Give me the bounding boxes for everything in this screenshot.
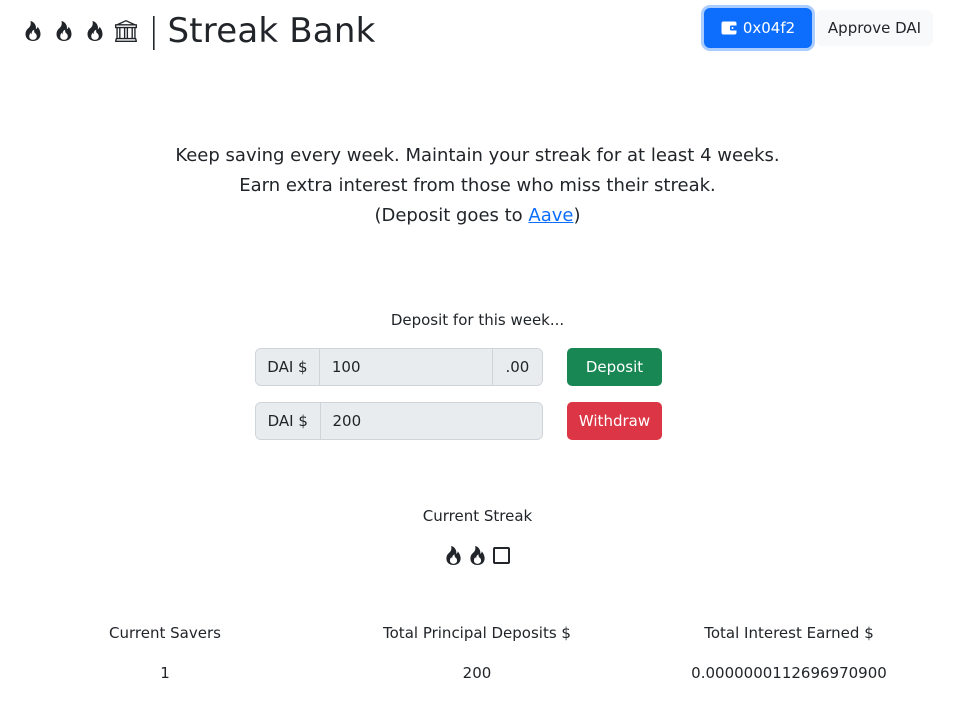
deposit-button[interactable]: Deposit [567,348,662,386]
intro-line-1: Keep saving every week. Maintain your st… [175,145,780,166]
stat-total-interest: Total Interest Earned $ 0.00000001126969… [630,624,948,682]
intro-line-3: (Deposit goes to Aave) [0,201,955,231]
bank-icon [115,20,137,42]
deposit-currency-prefix: DAI $ [256,349,320,385]
intro-line-2: Earn extra interest from those who miss … [239,175,716,196]
brand-separator: | [148,11,160,51]
aave-link[interactable]: Aave [528,205,573,226]
stat-label: Total Interest Earned $ [704,624,874,642]
withdraw-input-group: DAI $ [255,402,543,440]
header: | Streak Bank 0x04f2 Approve DAI [0,0,955,62]
intro-line-3-prefix: (Deposit goes to [374,205,529,226]
fire-icon [53,20,75,42]
page-title: Streak Bank [167,11,376,51]
approve-dai-button[interactable]: Approve DAI [816,10,933,46]
fire-icon [22,20,44,42]
wallet-icon [721,21,737,35]
intro-text: Keep saving every week. Maintain your st… [0,141,955,231]
current-streak-label: Current Streak [422,507,533,525]
stat-current-savers: Current Savers 1 [6,624,324,682]
wallet-address: 0x04f2 [742,19,796,37]
fire-icon [444,545,464,565]
stat-value: 1 [160,664,170,682]
wallet-button[interactable]: 0x04f2 [704,8,812,48]
stat-label: Current Savers [109,624,221,642]
streak-indicator [0,545,955,565]
withdraw-amount-input[interactable] [320,403,542,439]
empty-box-icon [492,545,512,565]
intro-line-3-suffix: ) [573,205,581,226]
brand: | Streak Bank [22,10,375,52]
fire-icon [468,545,488,565]
deposit-input-group: DAI $ .00 [255,348,543,386]
deposit-amount-input[interactable] [319,349,492,385]
withdraw-button[interactable]: Withdraw [567,402,662,440]
fire-icon [84,20,106,42]
stat-total-principal: Total Principal Deposits $ 200 [318,624,636,682]
deposit-decimal-suffix: .00 [491,349,542,385]
deposit-label: Deposit for this week... [390,311,565,329]
stat-value: 200 [462,664,492,682]
stat-label: Total Principal Deposits $ [383,624,571,642]
withdraw-currency-prefix: DAI $ [256,403,321,439]
stat-value: 0.0000000112696970900 [691,664,887,682]
